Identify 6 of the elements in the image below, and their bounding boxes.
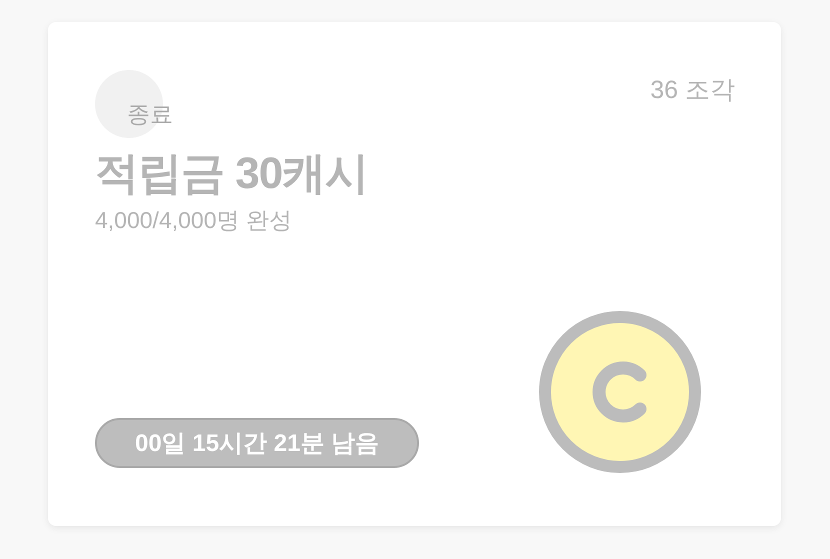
reward-title: 적립금 30캐시 <box>95 148 370 200</box>
piece-count: 36 조각 <box>650 78 735 103</box>
time-left-badge: 00일 15시간 21분 남음 <box>95 418 420 468</box>
coin-icon <box>539 311 701 473</box>
status-label: 종료 <box>127 103 173 126</box>
progress-text: 4,000/4,000명 완성 <box>95 206 293 234</box>
